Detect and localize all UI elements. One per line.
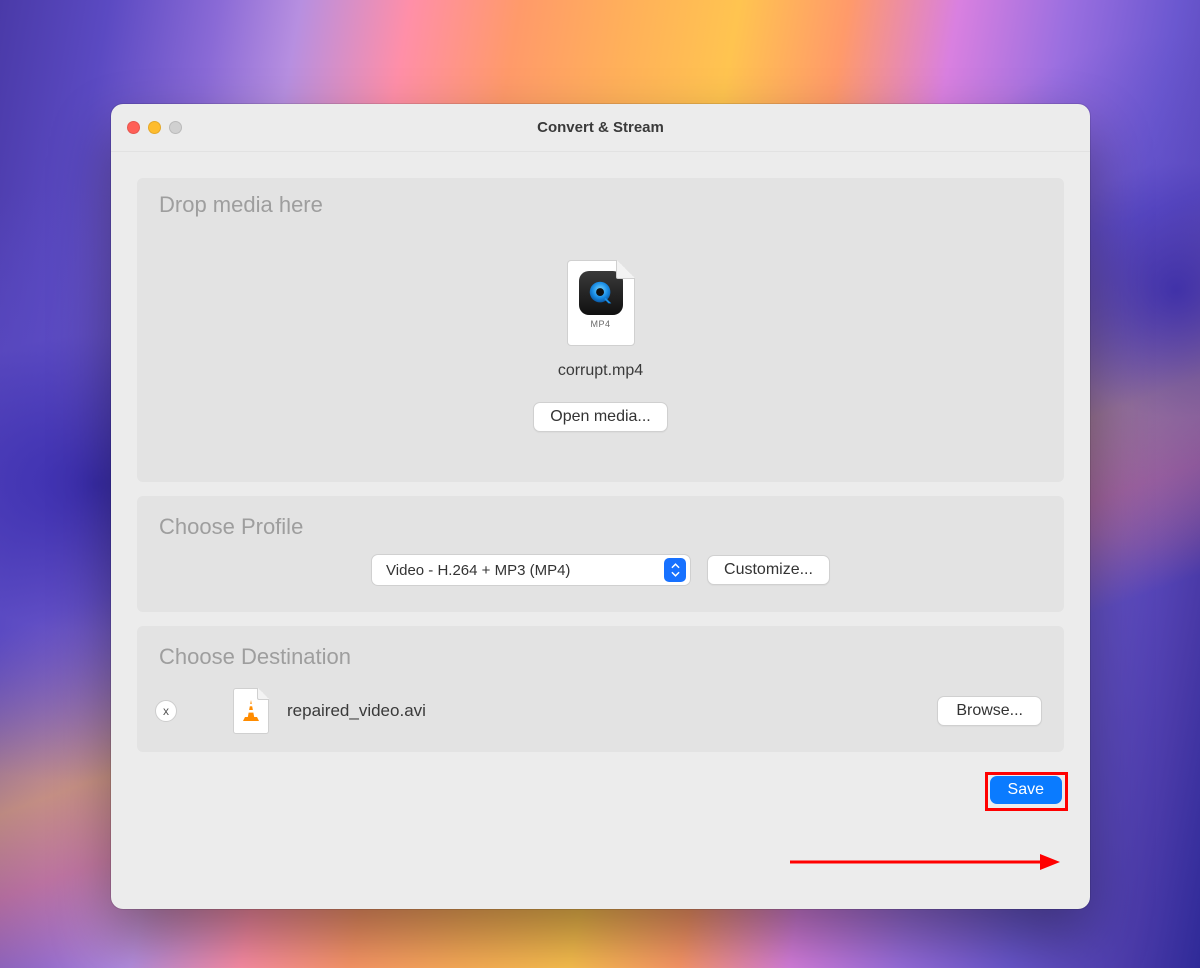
choose-destination-title: Choose Destination [159,644,1042,670]
footer: Save [137,776,1064,804]
window-content: Drop media here [111,152,1090,909]
source-file: MP4 corrupt.mp4 [558,260,643,380]
destination-file-icon [233,688,269,734]
profile-select[interactable]: Video - H.264 + MP3 (MP4) [371,554,691,586]
profile-select-value: Video - H.264 + MP3 (MP4) [386,562,570,579]
minimize-button[interactable] [148,121,161,134]
choose-destination-panel: Choose Destination x repaired_video.avi … [137,626,1064,752]
save-button[interactable]: Save [990,776,1062,804]
open-media-button[interactable]: Open media... [533,402,668,432]
drop-media-panel[interactable]: Drop media here [137,178,1064,482]
destination-filename: repaired_video.avi [287,701,426,721]
maximize-button [169,121,182,134]
customize-button[interactable]: Customize... [707,555,830,585]
file-extension-label: MP4 [590,319,610,329]
mp4-file-icon: MP4 [567,260,635,346]
source-filename: corrupt.mp4 [558,362,643,380]
drop-media-title: Drop media here [159,192,323,218]
window-title: Convert & Stream [111,119,1090,136]
choose-profile-title: Choose Profile [159,514,1042,540]
quicktime-icon [579,271,623,315]
clear-destination-button[interactable]: x [155,700,177,722]
titlebar[interactable]: Convert & Stream [111,104,1090,152]
updown-stepper-icon [664,558,686,582]
convert-stream-window: Convert & Stream Drop media here [111,104,1090,909]
traffic-lights [127,121,182,134]
choose-profile-panel: Choose Profile Video - H.264 + MP3 (MP4)… [137,496,1064,612]
browse-button[interactable]: Browse... [937,696,1042,726]
vlc-cone-icon [241,699,261,723]
close-button[interactable] [127,121,140,134]
